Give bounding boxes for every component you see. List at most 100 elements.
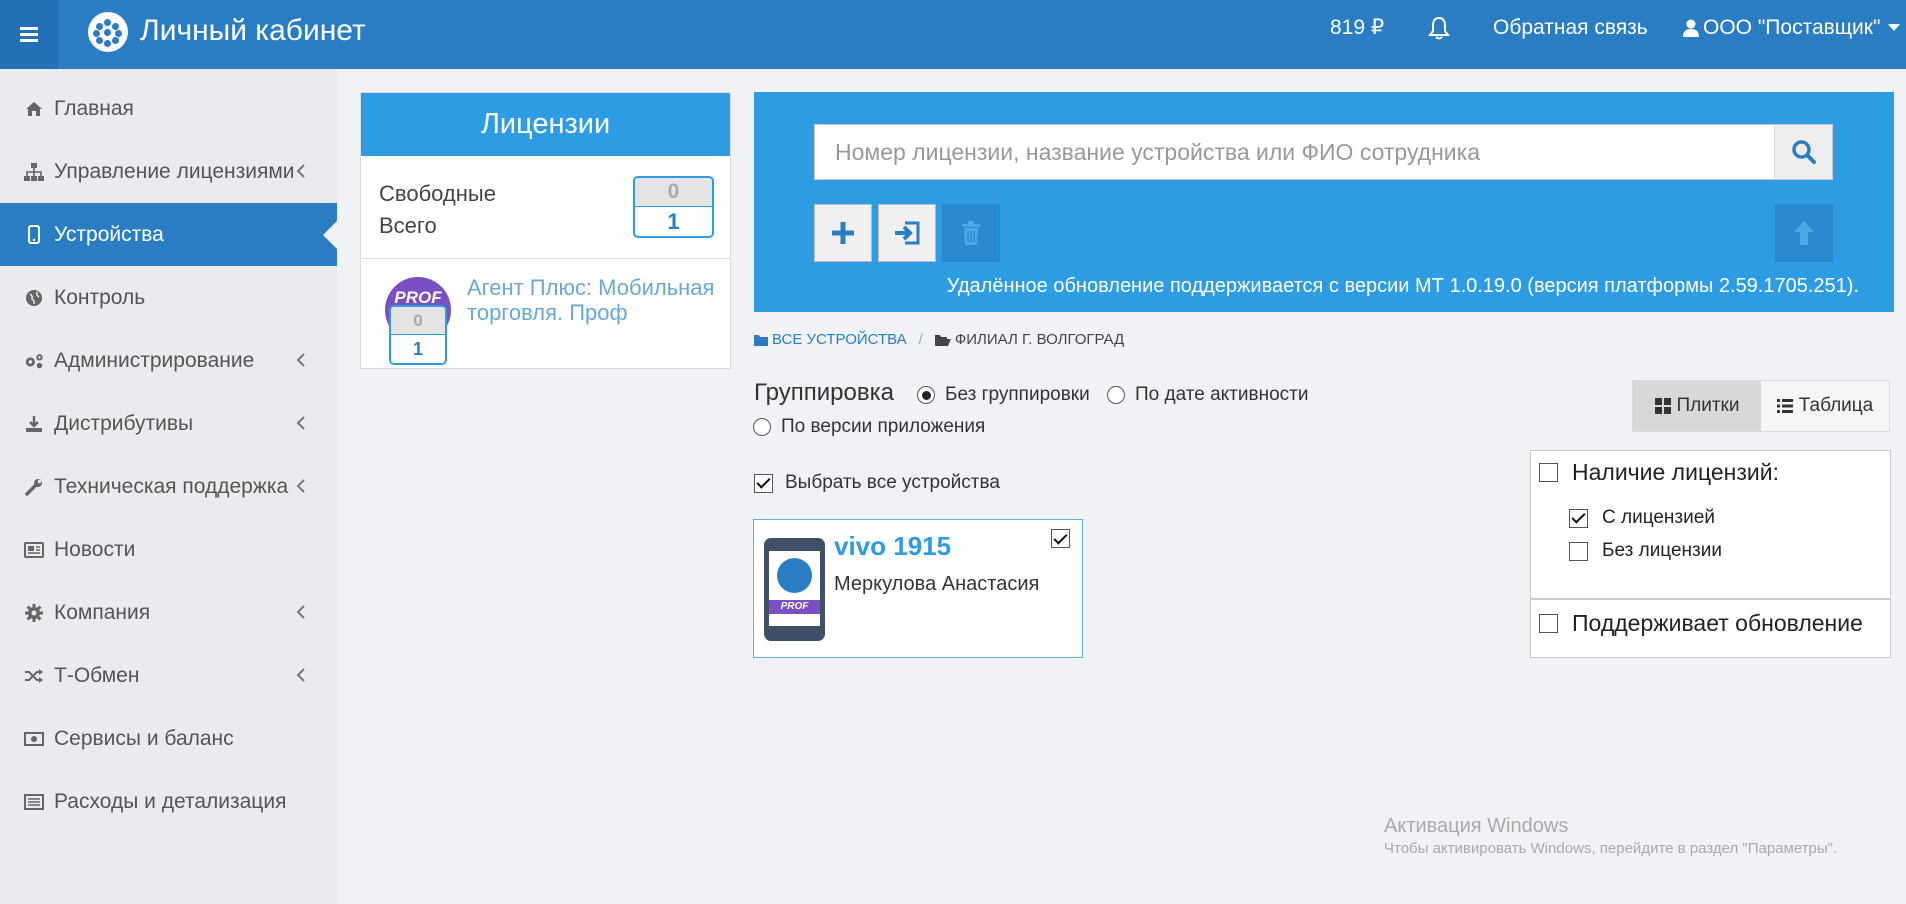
filter-label: С лицензией bbox=[1602, 507, 1715, 528]
device-checkbox[interactable] bbox=[1051, 529, 1070, 548]
sidebar-item-home[interactable]: Главная bbox=[0, 77, 337, 140]
search-icon bbox=[1791, 140, 1816, 164]
grouping-title: Группировка bbox=[754, 379, 894, 406]
radio-button[interactable] bbox=[753, 418, 771, 436]
mobile-icon bbox=[24, 225, 44, 245]
filter-panel: Наличие лицензий: С лицензией Без лиценз… bbox=[1530, 450, 1891, 658]
device-tile[interactable]: PROF vivo 1915 Меркулова Анастасия bbox=[753, 519, 1083, 658]
product-name[interactable]: Агент Плюс: Мобильная торговля. Проф bbox=[467, 275, 717, 325]
radio-label: Без группировки bbox=[945, 384, 1090, 405]
license-product-item[interactable]: PROF 0 1 Агент Плюс: Мобильная торговля.… bbox=[361, 260, 730, 368]
add-device-button[interactable] bbox=[814, 204, 872, 262]
list-alt-icon bbox=[24, 792, 44, 812]
delete-device-button[interactable] bbox=[942, 204, 1000, 262]
sidebar-item-administration[interactable]: Администрирование bbox=[0, 329, 337, 392]
chevron-left-icon bbox=[296, 605, 305, 619]
sidebar-item-expenses[interactable]: Расходы и детализация bbox=[0, 770, 337, 833]
sidebar-item-license-management[interactable]: Управление лицензиями bbox=[0, 140, 337, 203]
select-all-label: Выбрать все устройства bbox=[785, 472, 1000, 493]
account-menu[interactable]: ООО "Поставщик" bbox=[1683, 14, 1901, 42]
top-bar: Личный кабинет 819 ₽ Обратная связь ООО … bbox=[0, 0, 1906, 69]
sidebar-item-label: Администрирование bbox=[54, 348, 255, 372]
select-all-checkbox[interactable] bbox=[754, 473, 773, 493]
phone-icon: PROF bbox=[764, 538, 825, 641]
sidebar-item-label: Главная bbox=[54, 96, 134, 120]
download-icon bbox=[24, 414, 44, 434]
chevron-left-icon bbox=[296, 668, 305, 682]
bell-icon[interactable] bbox=[1428, 15, 1450, 41]
radio-button[interactable] bbox=[1107, 386, 1125, 404]
random-icon bbox=[24, 666, 44, 686]
radio-by-activity-date[interactable]: По дате активности bbox=[1107, 384, 1308, 406]
licenses-summary: Свободные Всего 0 1 bbox=[361, 156, 730, 259]
sidebar-item-label: Техническая поддержка bbox=[54, 474, 289, 498]
sidebar-item-label: Дистрибутивы bbox=[54, 411, 194, 435]
sidebar-item-control[interactable]: Контроль bbox=[0, 266, 337, 329]
view-toggle: Плитки Таблица bbox=[1632, 380, 1890, 432]
device-prof-badge: PROF bbox=[769, 600, 820, 614]
filter-with-license[interactable]: С лицензией bbox=[1569, 507, 1715, 529]
update-device-button[interactable] bbox=[1775, 204, 1833, 262]
logo[interactable] bbox=[88, 12, 128, 52]
chevron-left-icon bbox=[296, 353, 305, 367]
tiles-view-button[interactable]: Плитки bbox=[1633, 381, 1761, 431]
chevron-left-icon bbox=[296, 164, 305, 178]
supports-update-checkbox[interactable] bbox=[1539, 614, 1558, 633]
license-counter: 0 1 bbox=[633, 176, 714, 238]
sidebar-item-label: Сервисы и баланс bbox=[54, 726, 234, 750]
radio-no-grouping[interactable]: Без группировки bbox=[917, 384, 1090, 406]
with-license-checkbox[interactable] bbox=[1569, 508, 1588, 528]
app-title[interactable]: Личный кабинет bbox=[140, 13, 366, 49]
sidebar-item-label: Компания bbox=[54, 600, 151, 624]
sidebar-item-services-balance[interactable]: Сервисы и баланс bbox=[0, 707, 337, 770]
radio-by-app-version[interactable]: По версии приложения bbox=[753, 416, 985, 438]
sidebar-item-t-exchange[interactable]: Т-Обмен bbox=[0, 644, 337, 707]
feedback-link[interactable]: Обратная связь bbox=[1493, 14, 1648, 42]
gears-icon bbox=[24, 351, 44, 371]
sidebar-item-news[interactable]: Новости bbox=[0, 518, 337, 581]
tiles-label: Плитки bbox=[1676, 395, 1740, 416]
gear-icon bbox=[24, 603, 44, 623]
folder-open-icon bbox=[934, 334, 951, 346]
filter-license-presence[interactable]: Наличие лицензий: bbox=[1539, 459, 1779, 486]
search-button[interactable] bbox=[1774, 125, 1832, 179]
licenses-title: Лицензии bbox=[361, 93, 730, 156]
folder-icon bbox=[754, 334, 768, 346]
update-notice: Удалённое обновление поддерживается с ве… bbox=[946, 275, 1859, 297]
list-icon bbox=[1776, 399, 1793, 413]
sidebar-item-tech-support[interactable]: Техническая поддержка bbox=[0, 455, 337, 518]
globe-icon bbox=[24, 288, 44, 308]
radio-button[interactable] bbox=[917, 386, 935, 404]
sidebar-item-label: Устройства bbox=[54, 222, 164, 246]
filter-supports-update[interactable]: Поддерживает обновление bbox=[1539, 610, 1863, 637]
balance-link[interactable]: 819 ₽ bbox=[1330, 14, 1384, 42]
windows-activation-subtitle: Чтобы активировать Windows, перейдите в … bbox=[1384, 840, 1838, 857]
active-indicator bbox=[323, 221, 337, 249]
device-name[interactable]: vivo 1915 bbox=[834, 531, 951, 562]
without-license-checkbox[interactable] bbox=[1569, 541, 1588, 561]
sidebar-item-label: Новости bbox=[54, 537, 136, 561]
breadcrumb-separator: / bbox=[918, 331, 923, 348]
radio-label: По дате активности bbox=[1135, 384, 1309, 405]
sidebar: Главная Управление лицензиями Устройства… bbox=[0, 69, 337, 904]
sidebar-item-distributives[interactable]: Дистрибутивы bbox=[0, 392, 337, 455]
total-count: 1 bbox=[667, 209, 680, 234]
table-view-button[interactable]: Таблица bbox=[1761, 381, 1889, 431]
search-box bbox=[814, 124, 1833, 180]
filter-without-license[interactable]: Без лицензии bbox=[1569, 540, 1722, 562]
search-input[interactable] bbox=[815, 125, 1775, 179]
license-presence-checkbox[interactable] bbox=[1539, 463, 1558, 482]
sidebar-item-devices[interactable]: Устройства bbox=[0, 203, 337, 266]
sidebar-item-label: Расходы и детализация bbox=[54, 789, 287, 813]
sidebar-item-company[interactable]: Компания bbox=[0, 581, 337, 644]
product-free-count: 0 bbox=[391, 307, 445, 335]
select-all-devices[interactable]: Выбрать все устройства bbox=[754, 472, 1000, 494]
user-icon bbox=[1683, 19, 1699, 37]
free-label: Свободные bbox=[379, 181, 496, 206]
breadcrumb-all-devices[interactable]: ВСЕ УСТРОЙСТВА bbox=[772, 331, 907, 348]
arrow-up-icon bbox=[1794, 221, 1814, 245]
breadcrumb: ВСЕ УСТРОЙСТВА / ФИЛИАЛ Г. ВОЛГОГРАД bbox=[754, 331, 1124, 348]
breadcrumb-current: ФИЛИАЛ Г. ВОЛГОГРАД bbox=[954, 331, 1125, 348]
menu-toggle-button[interactable] bbox=[0, 0, 58, 69]
move-device-button[interactable] bbox=[878, 204, 936, 262]
